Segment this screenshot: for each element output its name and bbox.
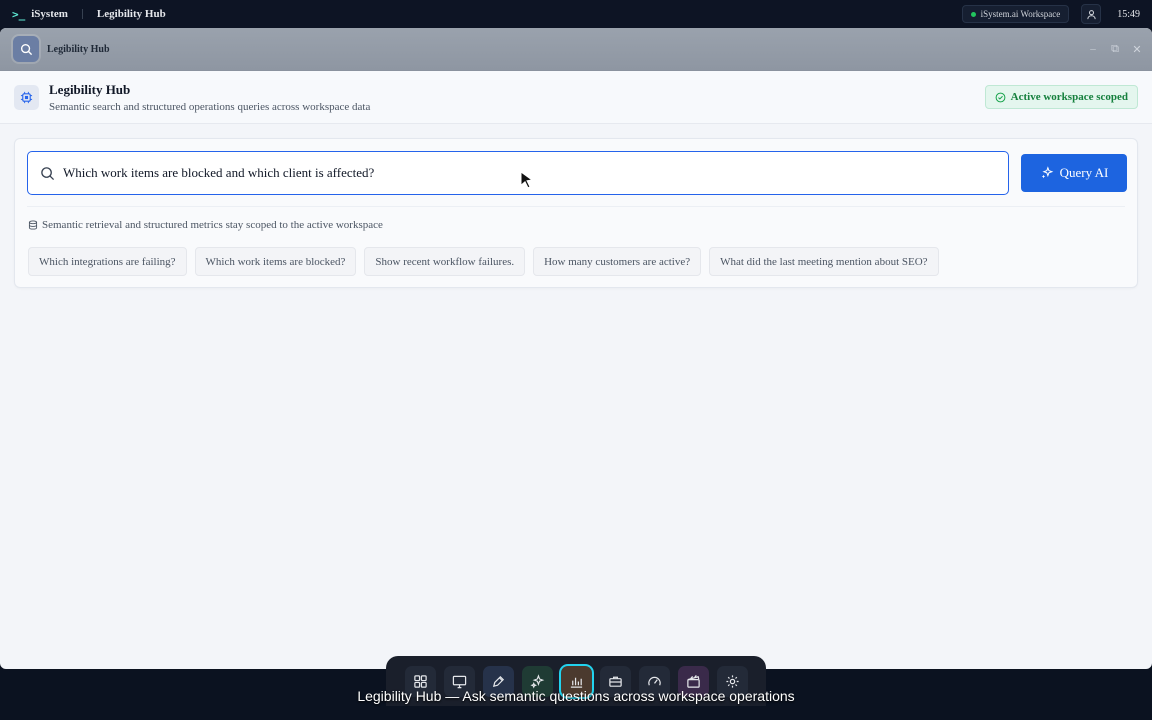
user-icon	[1087, 9, 1096, 19]
page-subtitle: Semantic search and structured operation…	[49, 100, 371, 113]
database-icon	[28, 220, 38, 230]
query-card: Query AI Semantic retrieval and structur…	[14, 138, 1138, 288]
terminal-icon: >_	[12, 7, 26, 21]
maximize-icon[interactable]: ⧉	[1110, 43, 1120, 56]
brand[interactable]: >_ iSystem	[12, 8, 68, 21]
check-circle-icon	[995, 92, 1006, 102]
clock: 15:49	[1117, 8, 1140, 20]
search-icon	[41, 166, 55, 180]
active-app-name: Legibility Hub	[96, 8, 166, 20]
caption: Legibility Hub — Ask semantic questions …	[357, 688, 795, 704]
divider	[81, 9, 83, 19]
suggestion-chip[interactable]: What did the last meeting mention about …	[709, 247, 939, 276]
suggestion-chips: Which integrations are failing? Which wo…	[28, 247, 939, 276]
search-icon	[20, 43, 32, 55]
cpu-icon	[14, 84, 39, 110]
close-icon[interactable]: ✕	[1132, 43, 1142, 56]
app-window: Legibility Hub – ⧉ ✕ Legibility Hub Sema…	[0, 28, 1152, 669]
suggestion-chip[interactable]: Show recent workflow failures.	[364, 247, 526, 276]
sparkles-icon	[1041, 166, 1053, 179]
workspace-name: iSystem.ai Workspace	[980, 9, 1061, 19]
query-ai-label: Query AI	[1059, 165, 1109, 180]
query-ai-button[interactable]: Query AI	[1021, 154, 1127, 192]
suggestion-chip[interactable]: Which work items are blocked?	[194, 247, 357, 276]
divider	[27, 206, 1125, 207]
window-title: Legibility Hub	[47, 43, 110, 55]
window-app-icon	[13, 36, 39, 62]
brand-name: iSystem	[31, 8, 68, 20]
suggestion-chip[interactable]: How many customers are active?	[533, 247, 702, 276]
mouse-pointer-icon	[520, 171, 534, 189]
scope-note: Semantic retrieval and structured metric…	[28, 219, 383, 231]
page-header: Legibility Hub Semantic search and struc…	[0, 71, 1152, 124]
suggestion-chip[interactable]: Which integrations are failing?	[28, 247, 187, 276]
window-titlebar[interactable]: Legibility Hub – ⧉ ✕	[0, 28, 1152, 71]
page-title: Legibility Hub	[49, 81, 131, 97]
status-dot-icon	[970, 11, 976, 17]
user-button[interactable]	[1081, 4, 1102, 24]
search-box[interactable]	[27, 151, 1009, 195]
workspace-chip[interactable]: iSystem.ai Workspace	[961, 5, 1070, 23]
minimize-icon[interactable]: –	[1088, 43, 1098, 56]
status-badge: Active workspace scoped	[984, 85, 1138, 109]
status-badge-label: Active workspace scoped	[1010, 91, 1128, 103]
scope-note-text: Semantic retrieval and structured metric…	[42, 219, 383, 231]
system-top-bar: >_ iSystem Legibility Hub iSystem.ai Wor…	[0, 0, 1152, 28]
